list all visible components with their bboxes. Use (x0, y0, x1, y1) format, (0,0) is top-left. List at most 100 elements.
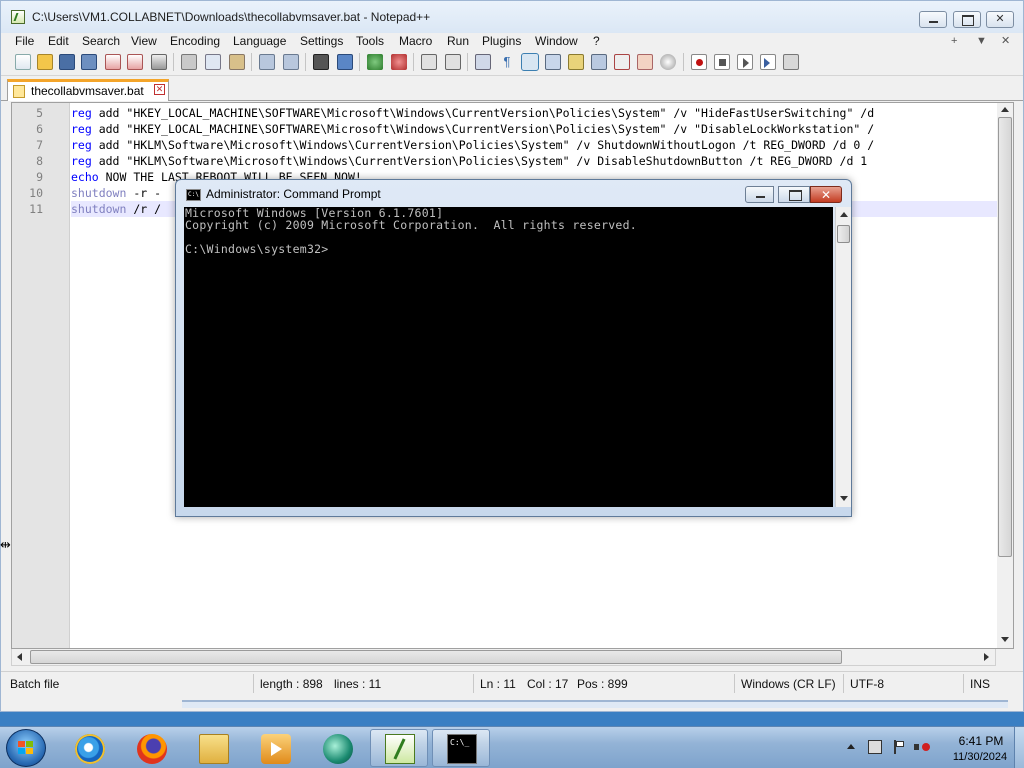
taskbar-notepadpp[interactable] (370, 729, 428, 767)
scroll-up-icon[interactable] (840, 212, 848, 217)
close-button[interactable] (986, 11, 1014, 28)
clock-time[interactable]: 6:41 PM (948, 734, 1014, 748)
scroll-down-icon[interactable] (1001, 637, 1009, 642)
scroll-thumb[interactable] (998, 117, 1012, 557)
sync-vertical-icon[interactable] (421, 54, 437, 70)
minimize-button[interactable] (919, 11, 947, 28)
zoom-in-icon[interactable] (367, 54, 383, 70)
code-line[interactable]: reg add "HKEY_LOCAL_MACHINE\SOFTWARE\Mic… (71, 106, 874, 120)
zoom-out-icon[interactable] (391, 54, 407, 70)
save-all-icon[interactable] (81, 54, 97, 70)
folder-workspace-icon[interactable] (637, 54, 653, 70)
tab-thecollabvmsaver[interactable]: thecollabvmsaver.bat ✕ (7, 79, 169, 101)
menu-run[interactable]: Run (447, 33, 469, 49)
menu-plugins[interactable]: Plugins (482, 33, 521, 49)
new-file-icon[interactable] (15, 54, 31, 70)
scroll-down-icon[interactable] (840, 496, 848, 501)
taskbar-firefox[interactable] (122, 729, 180, 767)
action-center-flag-icon[interactable] (892, 740, 906, 754)
menu-tools[interactable]: Tools (356, 33, 384, 49)
taskbar-remote-app[interactable] (308, 729, 366, 767)
open-folder-icon[interactable] (37, 54, 53, 70)
close-all-icon[interactable] (127, 54, 143, 70)
menu-settings[interactable]: Settings (300, 33, 343, 49)
play-macro-icon[interactable] (737, 54, 753, 70)
menu-edit[interactable]: Edit (48, 33, 69, 49)
scroll-up-icon[interactable] (1001, 107, 1009, 112)
editor-vertical-scrollbar[interactable] (997, 103, 1013, 648)
start-button[interactable] (6, 729, 46, 767)
scroll-thumb[interactable] (837, 225, 850, 243)
show-desktop-button[interactable] (1014, 727, 1024, 768)
stop-macro-icon[interactable] (714, 54, 730, 70)
menu-view[interactable]: View (131, 33, 157, 49)
taskbar-internet-explorer[interactable] (60, 729, 118, 767)
taskbar-media-player[interactable] (246, 729, 304, 767)
doc-list-icon[interactable] (591, 54, 607, 70)
menu-search[interactable]: Search (82, 33, 120, 49)
close-tab-icon[interactable]: ✕ (1001, 33, 1010, 49)
code-line[interactable]: reg add "HKEY_LOCAL_MACHINE\SOFTWARE\Mic… (71, 122, 874, 136)
cut-icon[interactable] (181, 54, 197, 70)
run-macro-multiple-icon[interactable] (760, 54, 776, 70)
status-eol[interactable]: Windows (CR LF) (741, 677, 836, 691)
volume-muted-icon[interactable] (914, 740, 930, 754)
cmd-vertical-scrollbar[interactable] (835, 207, 851, 507)
menu-window[interactable]: Window (535, 33, 578, 49)
save-macro-icon[interactable] (783, 54, 799, 70)
file-icon (13, 85, 25, 98)
console-area[interactable]: Microsoft Windows [Version 6.1.7601] Cop… (184, 207, 833, 507)
tab-list-icon[interactable]: ▼ (976, 33, 987, 49)
show-hidden-icons-icon[interactable] (847, 744, 855, 749)
taskbar-windows-explorer[interactable] (184, 729, 242, 767)
code-line[interactable]: reg add "HKLM\Software\Microsoft\Windows… (71, 138, 874, 152)
doc-map-icon[interactable] (568, 54, 584, 70)
close-file-icon[interactable] (105, 54, 121, 70)
udl-icon[interactable] (545, 54, 561, 70)
show-all-chars-icon[interactable]: ¶ (499, 54, 515, 70)
title-bar[interactable]: C:\Users\VM1.COLLABNET\Downloads\thecoll… (1, 1, 1023, 33)
word-wrap-icon[interactable] (475, 54, 491, 70)
tab-close-icon[interactable]: ✕ (154, 84, 165, 95)
status-encoding[interactable]: UTF-8 (850, 677, 884, 691)
sync-horizontal-icon[interactable] (445, 54, 461, 70)
scroll-left-icon[interactable] (17, 653, 22, 661)
line-number: 7 (36, 138, 43, 152)
find-icon[interactable] (313, 54, 329, 70)
paste-icon[interactable] (229, 54, 245, 70)
maximize-button[interactable] (953, 11, 981, 28)
cmd-title-bar[interactable]: C:\ Administrator: Command Prompt (176, 180, 851, 208)
menu-encoding[interactable]: Encoding (170, 33, 220, 49)
code-line[interactable]: shutdown /r / (71, 202, 161, 216)
save-icon[interactable] (59, 54, 75, 70)
cmd-minimize-button[interactable] (745, 186, 774, 203)
menu-language[interactable]: Language (233, 33, 286, 49)
network-icon[interactable] (868, 740, 882, 754)
notepadpp-icon (385, 734, 415, 764)
internet-explorer-icon (75, 734, 105, 764)
function-list-icon[interactable] (614, 54, 630, 70)
menu-file[interactable]: File (15, 33, 34, 49)
replace-icon[interactable] (337, 54, 353, 70)
print-icon[interactable] (151, 54, 167, 70)
cmd-maximize-button[interactable] (778, 186, 810, 203)
new-tab-icon[interactable]: + (951, 33, 957, 49)
undo-icon[interactable] (259, 54, 275, 70)
cmd-close-button[interactable] (810, 186, 842, 203)
taskbar-command-prompt[interactable]: C:\_ (432, 729, 490, 767)
indent-guide-icon[interactable] (521, 53, 539, 71)
code-line[interactable]: shutdown -r - (71, 186, 161, 200)
command-prompt-window[interactable]: C:\ Administrator: Command Prompt Micros… (175, 179, 852, 517)
menu-macro[interactable]: Macro (399, 33, 432, 49)
scroll-thumb[interactable] (30, 650, 842, 664)
monitoring-icon[interactable] (660, 54, 676, 70)
record-macro-icon[interactable] (691, 54, 707, 70)
menu-help[interactable]: ? (593, 33, 600, 49)
editor-horizontal-scrollbar[interactable] (11, 649, 996, 666)
code-line[interactable]: reg add "HKLM\Software\Microsoft\Windows… (71, 154, 867, 168)
scroll-right-icon[interactable] (984, 653, 989, 661)
clock-date[interactable]: 11/30/2024 (940, 751, 1020, 763)
redo-icon[interactable] (283, 54, 299, 70)
copy-icon[interactable] (205, 54, 221, 70)
line-number: 6 (36, 122, 43, 136)
